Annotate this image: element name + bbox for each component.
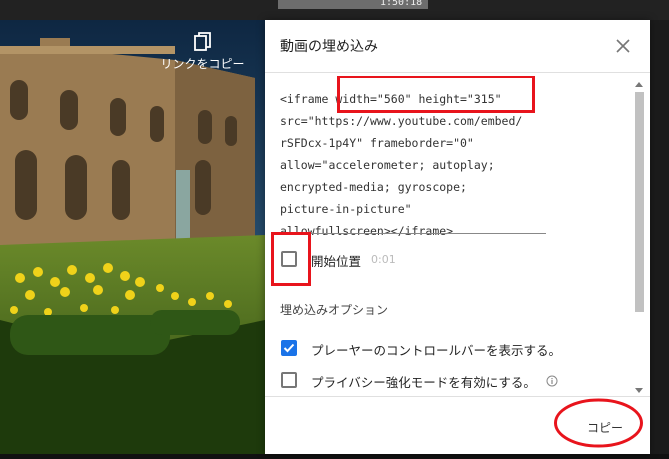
embed-code-underline — [280, 233, 546, 234]
scrollbar-thumb[interactable] — [635, 92, 644, 312]
start-at-label: 開始位置 — [311, 254, 362, 269]
embed-video-dialog: 動画の埋め込み <iframe width="560" height="315"… — [265, 20, 650, 454]
privacy-mode-checkbox[interactable] — [281, 372, 297, 388]
background-right-edge — [650, 20, 669, 454]
dialog-title: 動画の埋め込み — [280, 39, 378, 55]
highlight-box-size — [337, 76, 535, 113]
dialog-scroll-area[interactable]: <iframe width="560" height="315" src="ht… — [265, 76, 650, 396]
highlight-box-start-checkbox — [271, 232, 311, 286]
copy-link-button[interactable]: リンクをコピー — [155, 32, 250, 72]
scroll-down-arrow-icon[interactable] — [634, 387, 644, 395]
show-controls-label: プレーヤーのコントロールバーを表示する。 — [311, 343, 562, 358]
header-divider — [265, 72, 650, 73]
show-controls-checkbox[interactable] — [281, 340, 297, 356]
video-frame-image — [0, 20, 265, 454]
embed-options-title: 埋め込みオプション — [280, 303, 389, 317]
close-icon[interactable] — [613, 36, 633, 56]
background-bottom-strip — [0, 454, 669, 459]
thumbnail-duration: 1:50:18 — [380, 0, 423, 8]
video-preview — [0, 20, 265, 454]
info-icon[interactable] — [546, 375, 558, 387]
copy-icon — [193, 32, 211, 51]
start-at-time[interactable]: 0:01 — [371, 253, 396, 266]
privacy-mode-label: プライバシー強化モードを有効にする。 — [311, 375, 536, 390]
copy-link-label: リンクをコピー — [160, 57, 245, 71]
scroll-up-arrow-icon[interactable] — [634, 80, 644, 88]
checkmark-icon — [283, 343, 295, 353]
highlight-ellipse-copy — [554, 398, 643, 448]
